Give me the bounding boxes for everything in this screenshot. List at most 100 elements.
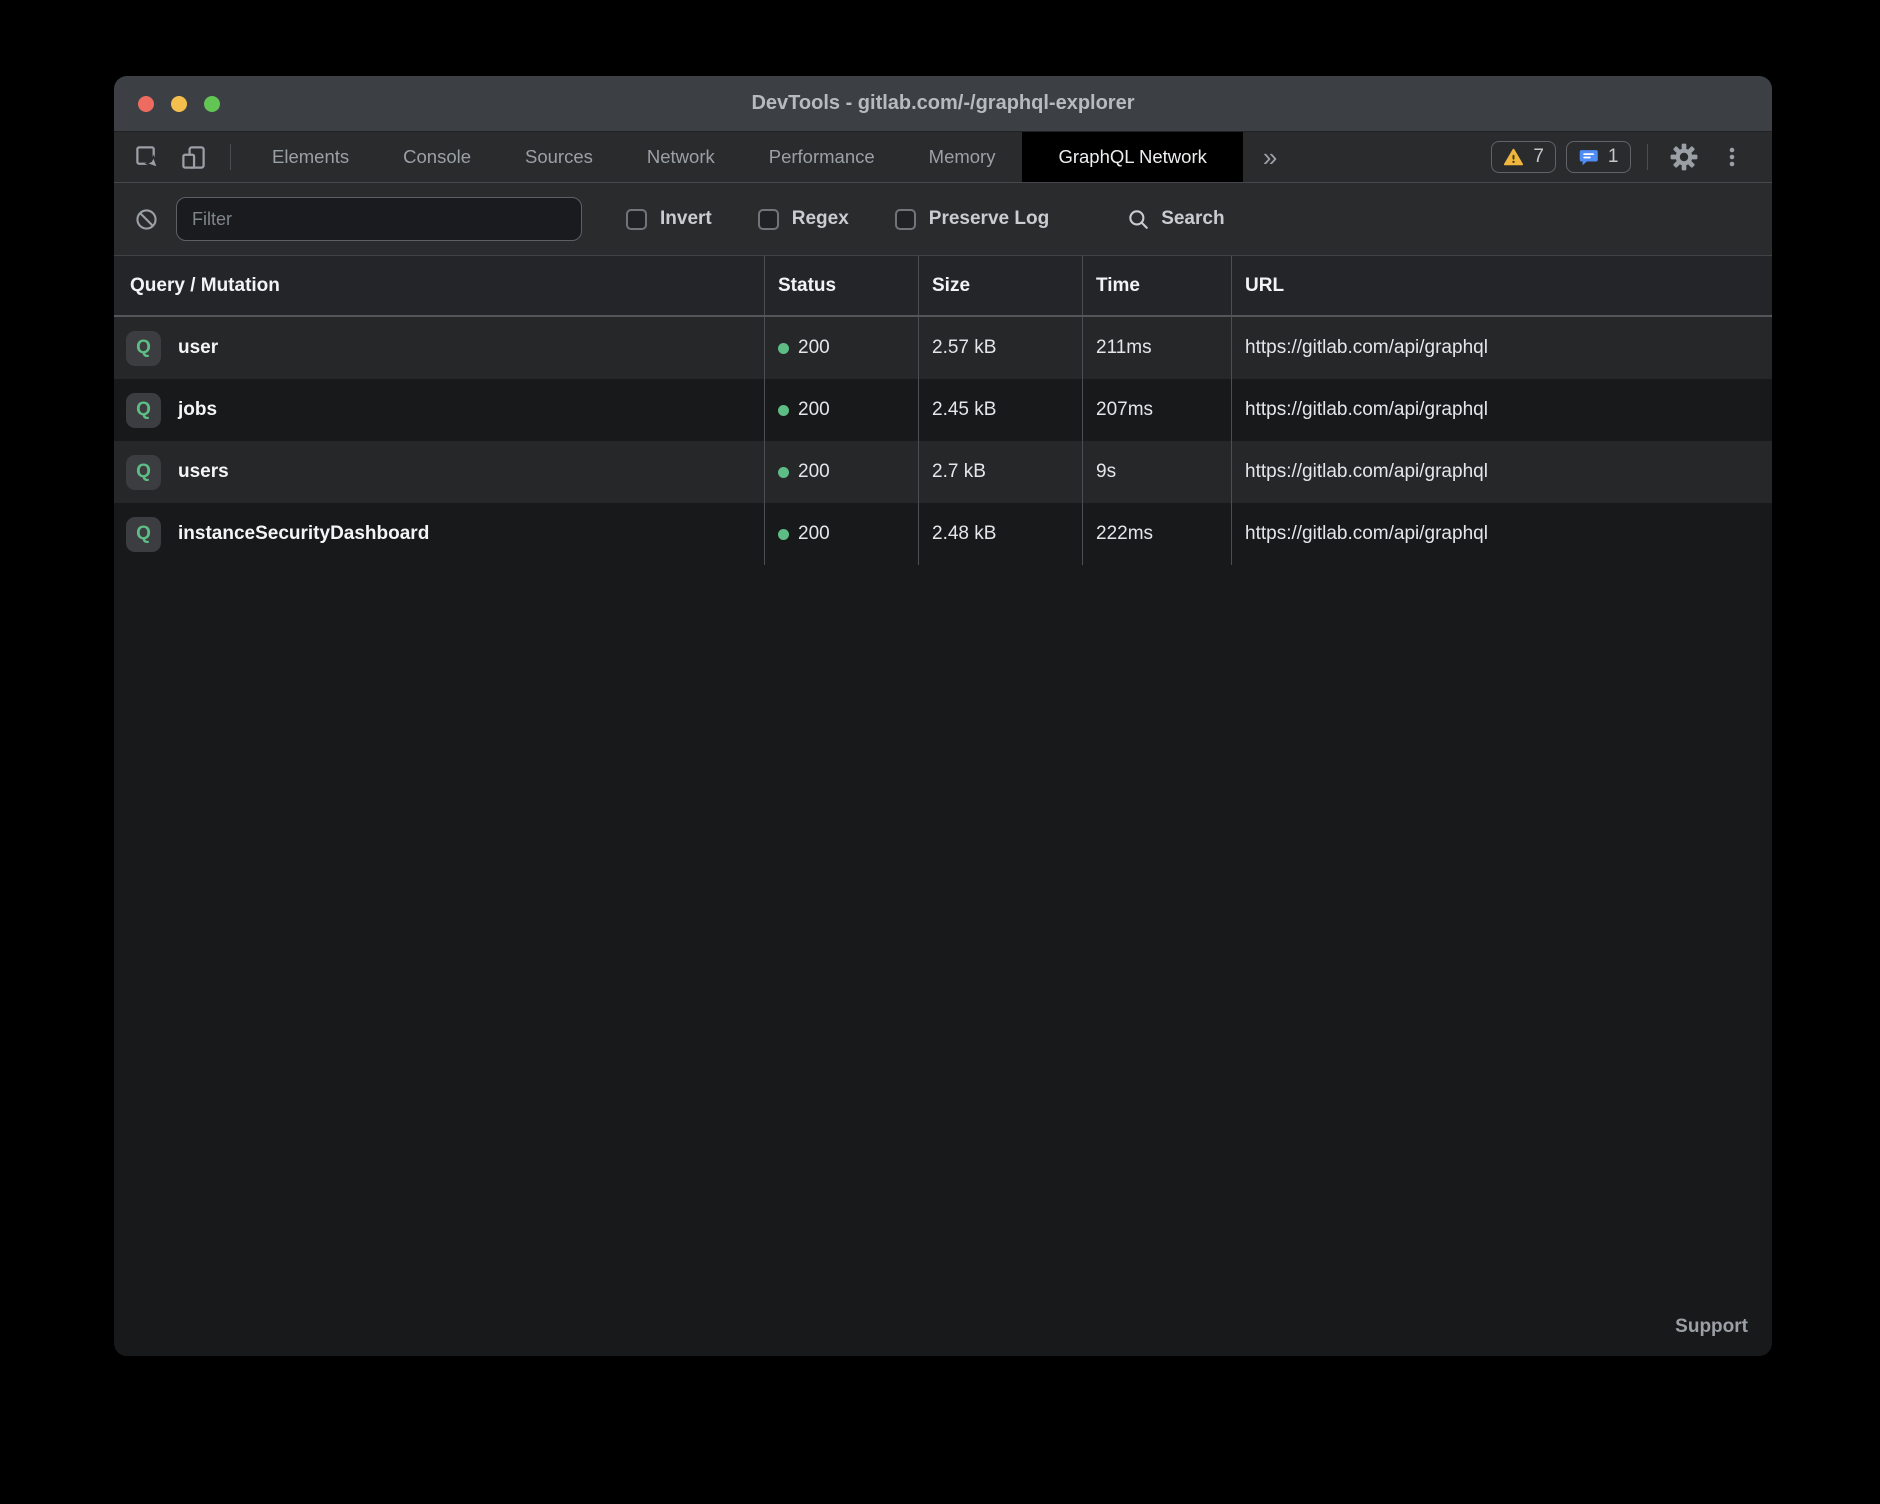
filter-checkboxes: Invert Regex Preserve Log (582, 208, 1049, 230)
panel-tabs: Elements Console Sources Network Perform… (245, 132, 1243, 182)
url-value: https://gitlab.com/api/graphql (1245, 461, 1488, 483)
block-icon (134, 207, 159, 232)
tab-sources[interactable]: Sources (498, 132, 620, 182)
row-users[interactable]: Q users 200 2.7 kB 9s https://gitlab.com… (114, 441, 1772, 503)
settings-button[interactable] (1664, 143, 1704, 171)
query-type-badge: Q (126, 393, 161, 428)
status-code: 200 (798, 337, 830, 359)
minimize-button[interactable] (171, 96, 187, 112)
zoom-button[interactable] (204, 96, 220, 112)
tab-memory[interactable]: Memory (902, 132, 1023, 182)
checkbox-label: Invert (660, 208, 712, 230)
tab-performance[interactable]: Performance (742, 132, 902, 182)
size-value: 2.7 kB (932, 461, 986, 483)
query-name: users (178, 461, 229, 483)
checkbox-regex[interactable]: Regex (758, 208, 849, 230)
row-instancesecuritydashboard[interactable]: Q instanceSecurityDashboard 200 2.48 kB … (114, 503, 1772, 565)
table-header: Query / Mutation Status Size Time URL (114, 256, 1772, 317)
tab-console[interactable]: Console (376, 132, 498, 182)
time-value: 211ms (1096, 337, 1152, 359)
inspect-cursor-icon (134, 144, 161, 171)
close-button[interactable] (138, 96, 154, 112)
toolbar-separator (1647, 144, 1649, 170)
tab-label: Console (403, 146, 471, 168)
url-value: https://gitlab.com/api/graphql (1245, 399, 1488, 421)
url-value: https://gitlab.com/api/graphql (1245, 523, 1488, 545)
query-name: instanceSecurityDashboard (178, 523, 429, 545)
chat-bubble-icon (1578, 147, 1599, 168)
time-value: 9s (1096, 461, 1116, 483)
tab-label: GraphQL Network (1058, 146, 1206, 168)
tab-network[interactable]: Network (620, 132, 742, 182)
row-jobs[interactable]: Q jobs 200 2.45 kB 207ms https://gitlab.… (114, 379, 1772, 441)
status-code: 200 (798, 523, 830, 545)
warning-triangle-icon (1503, 147, 1524, 168)
status-dot (778, 343, 789, 354)
size-value: 2.57 kB (932, 337, 996, 359)
warnings-count: 7 (1533, 146, 1544, 168)
checkbox-invert[interactable]: Invert (626, 208, 712, 230)
status-code: 200 (798, 461, 830, 483)
gear-icon (1670, 143, 1698, 171)
checkbox (626, 209, 647, 230)
query-name: user (178, 337, 218, 359)
support-link[interactable]: Support (1675, 1316, 1748, 1338)
column-header-query[interactable]: Query / Mutation (114, 256, 764, 315)
clear-button[interactable] (130, 207, 162, 232)
checkbox-label: Preserve Log (929, 208, 1049, 230)
kebab-menu-icon (1720, 145, 1744, 169)
messages-badge[interactable]: 1 (1566, 141, 1631, 173)
search-label: Search (1161, 208, 1224, 230)
query-name: jobs (178, 399, 217, 421)
table-empty-area: Support (114, 565, 1772, 1356)
search-toggle[interactable]: Search (1127, 208, 1224, 231)
filter-bar: Invert Regex Preserve Log Search (114, 183, 1772, 256)
more-tabs-button[interactable]: » (1243, 132, 1297, 182)
url-value: https://gitlab.com/api/graphql (1245, 337, 1488, 359)
column-header-time[interactable]: Time (1082, 256, 1231, 315)
tab-elements[interactable]: Elements (245, 132, 376, 182)
window-title: DevTools - gitlab.com/-/graphql-explorer (751, 92, 1134, 115)
checkbox (895, 209, 916, 230)
magnifier-icon (1127, 208, 1150, 231)
tab-label: Performance (769, 146, 875, 168)
tab-graphql-network[interactable]: GraphQL Network (1022, 132, 1242, 182)
query-type-badge: Q (126, 455, 161, 490)
inspect-element-button[interactable] (124, 132, 170, 182)
devtools-window: DevTools - gitlab.com/-/graphql-explorer… (114, 76, 1772, 1356)
toolbar-right-cluster: 7 1 (1491, 132, 1772, 182)
status-code: 200 (798, 399, 830, 421)
chevron-double-right-icon: » (1263, 142, 1277, 173)
tab-label: Memory (929, 146, 996, 168)
messages-count: 1 (1608, 146, 1619, 168)
filter-input[interactable] (176, 197, 582, 241)
status-dot (778, 405, 789, 416)
toolbar-separator (230, 144, 231, 170)
status-dot (778, 467, 789, 478)
query-type-badge: Q (126, 517, 161, 552)
query-type-badge: Q (126, 331, 161, 366)
device-toolbar-icon (180, 144, 207, 171)
checkbox-label: Regex (792, 208, 849, 230)
size-value: 2.48 kB (932, 523, 996, 545)
warnings-badge[interactable]: 7 (1491, 141, 1556, 173)
column-header-size[interactable]: Size (918, 256, 1082, 315)
traffic-lights (138, 76, 220, 131)
column-header-url[interactable]: URL (1231, 256, 1772, 315)
status-dot (778, 529, 789, 540)
column-header-status[interactable]: Status (764, 256, 918, 315)
table-body: Q user 200 2.57 kB 211ms https://gitlab.… (114, 317, 1772, 565)
tab-label: Elements (272, 146, 349, 168)
tab-label: Network (647, 146, 715, 168)
checkbox-preserve-log[interactable]: Preserve Log (895, 208, 1049, 230)
time-value: 222ms (1096, 523, 1153, 545)
more-options-button[interactable] (1714, 145, 1750, 169)
tab-label: Sources (525, 146, 593, 168)
checkbox (758, 209, 779, 230)
device-toolbar-button[interactable] (170, 132, 216, 182)
time-value: 207ms (1096, 399, 1153, 421)
size-value: 2.45 kB (932, 399, 996, 421)
devtools-toolbar: Elements Console Sources Network Perform… (114, 132, 1772, 183)
title-bar: DevTools - gitlab.com/-/graphql-explorer (114, 76, 1772, 132)
row-user[interactable]: Q user 200 2.57 kB 211ms https://gitlab.… (114, 317, 1772, 379)
